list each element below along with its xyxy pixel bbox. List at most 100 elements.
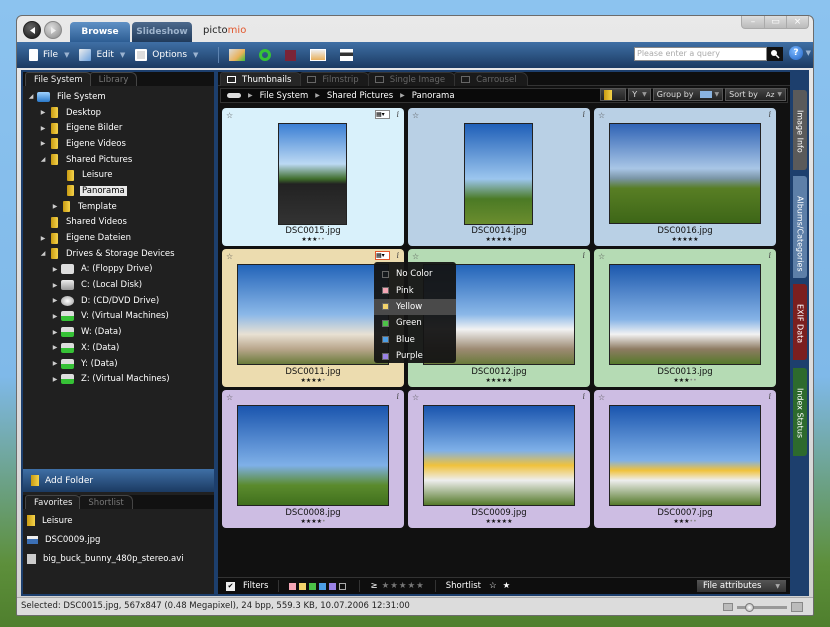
zoom-thumb[interactable] xyxy=(745,602,755,612)
thumbnail-card[interactable]: ☆ i ▦▾ DSC0015.jpg ★★★•• xyxy=(222,108,404,246)
forward-button[interactable] xyxy=(44,21,62,39)
info-icon[interactable]: i xyxy=(582,392,585,401)
color-filter-swatch[interactable] xyxy=(289,582,297,590)
expand-icon[interactable]: ▶ xyxy=(51,329,59,336)
edit-menu[interactable]: Edit ▼ xyxy=(79,49,125,61)
collapse-icon[interactable]: ◢ xyxy=(27,93,35,100)
zoom-out-icon[interactable] xyxy=(723,603,733,611)
thumbnail-image[interactable] xyxy=(609,264,761,365)
thumbnail-rating[interactable]: ★★★★★ xyxy=(408,518,590,525)
thumbnail-image[interactable] xyxy=(609,123,761,224)
info-icon[interactable]: i xyxy=(396,392,399,401)
tab-single-image[interactable]: Single Image xyxy=(367,72,457,86)
color-menu-item[interactable]: Green xyxy=(374,315,456,331)
color-filter-swatch[interactable] xyxy=(329,582,337,590)
thumbnail-rating[interactable]: ★★★•• xyxy=(594,518,776,525)
tree-node[interactable]: ▶ X: (Data) xyxy=(23,340,214,356)
file-menu[interactable]: File ▼ xyxy=(29,49,69,61)
thumbnail-card[interactable]: ☆ i DSC0013.jpg ★★★•• xyxy=(594,249,776,387)
expand-icon[interactable]: ▶ xyxy=(51,282,59,289)
color-filter-swatch[interactable] xyxy=(339,582,347,590)
tree-node[interactable]: ◢ Drives & Storage Devices xyxy=(23,246,214,262)
thumbnail-image[interactable] xyxy=(464,123,533,225)
thumbnail-rating[interactable]: ★★★★• xyxy=(222,377,404,384)
rotate-icon[interactable] xyxy=(259,49,272,61)
favorite-item[interactable]: DSC0009.jpg xyxy=(23,530,214,549)
tree-node[interactable]: ▶ Eigene Dateien xyxy=(23,230,214,246)
expand-icon[interactable]: ▶ xyxy=(51,360,59,367)
color-filter-swatch[interactable] xyxy=(309,582,317,590)
tab-file-system[interactable]: File System xyxy=(25,72,92,86)
file-attributes-button[interactable]: File attributes ▼ xyxy=(696,580,786,592)
breadcrumb-item[interactable]: File System xyxy=(260,91,309,101)
info-icon[interactable]: i xyxy=(582,251,585,260)
collapse-icon[interactable]: ◢ xyxy=(39,250,47,257)
side-tab-image-info[interactable]: Image Info xyxy=(793,90,807,170)
tab-slideshow[interactable]: Slideshow xyxy=(132,22,192,42)
tree-node[interactable]: ▶ Y: (Data) xyxy=(23,356,214,372)
thumbnail-image[interactable] xyxy=(237,405,389,506)
add-folder-button[interactable]: Add Folder xyxy=(23,469,214,492)
color-menu-item[interactable]: Yellow xyxy=(374,298,456,316)
tab-library[interactable]: Library xyxy=(89,72,138,86)
thumbnail-card[interactable]: ☆ i DSC0007.jpg ★★★•• xyxy=(594,390,776,528)
expand-icon[interactable]: ▶ xyxy=(39,125,47,132)
color-label-picker[interactable]: ▦▾ xyxy=(375,110,390,119)
shortlist-star-icon[interactable]: ★ xyxy=(503,581,511,591)
expand-icon[interactable]: ▶ xyxy=(51,203,59,210)
shortlist-star-icon[interactable]: ☆ xyxy=(226,252,233,261)
maximize-button[interactable]: ▭ xyxy=(764,16,786,28)
rating-filter-operator[interactable]: ≥ xyxy=(370,581,377,591)
stop-icon[interactable] xyxy=(285,49,297,61)
tree-node[interactable]: ▶ W: (Data) xyxy=(23,324,214,340)
breadcrumb-item[interactable]: Shared Pictures xyxy=(327,91,393,101)
tab-carrousel[interactable]: Carrousel xyxy=(454,72,528,86)
back-button[interactable] xyxy=(23,21,41,39)
tree-node[interactable]: ▶ Template xyxy=(23,199,214,215)
shortlist-star-icon[interactable]: ☆ xyxy=(412,252,419,261)
close-button[interactable]: × xyxy=(786,16,808,28)
expand-icon[interactable]: ▶ xyxy=(51,344,59,351)
thumbnail-rating[interactable]: ★★★•• xyxy=(594,377,776,384)
tab-favorites[interactable]: Favorites xyxy=(25,495,82,509)
collapse-icon[interactable]: ◢ xyxy=(39,156,47,163)
tree-node[interactable]: ▶ C: (Local Disk) xyxy=(23,277,214,293)
tab-thumbnails[interactable]: Thumbnails xyxy=(220,72,303,86)
expand-icon[interactable]: ▶ xyxy=(39,235,47,242)
tree-node[interactable]: ▶ D: (CD/DVD Drive) xyxy=(23,293,214,309)
tree-node[interactable]: ▶ Z: (Virtual Machines) xyxy=(23,371,214,387)
tree-node[interactable]: ▶ A: (Floppy Drive) xyxy=(23,262,214,278)
help-button[interactable]: ? xyxy=(789,46,803,60)
shortlist-star-icon[interactable]: ☆ xyxy=(226,393,233,402)
favorite-item[interactable]: Leisure xyxy=(23,511,214,530)
thumbnail-rating[interactable]: ★★★•• xyxy=(222,236,404,243)
import-icon[interactable] xyxy=(229,49,246,61)
add-to-favorites-button[interactable] xyxy=(600,88,627,101)
expand-icon[interactable]: ▶ xyxy=(51,266,59,273)
slideshow-icon[interactable] xyxy=(310,49,327,61)
tab-filmstrip[interactable]: Filmstrip xyxy=(300,72,370,86)
thumbnail-image[interactable] xyxy=(609,405,761,506)
expand-icon[interactable]: ▶ xyxy=(39,109,47,116)
expand-icon[interactable]: ▶ xyxy=(51,297,59,304)
tree-node[interactable]: ▶ Eigene Videos xyxy=(23,136,214,152)
tree-node[interactable]: ◢ Shared Pictures xyxy=(23,152,214,168)
info-icon[interactable]: i xyxy=(396,251,399,260)
side-tab-exif-data[interactable]: EXIF Data xyxy=(793,284,807,360)
color-menu-item[interactable]: Blue xyxy=(374,332,456,348)
breadcrumb-item[interactable]: Panorama xyxy=(412,91,455,101)
tree-node[interactable]: ▶ V: (Virtual Machines) xyxy=(23,309,214,325)
color-menu-item[interactable]: Purple xyxy=(374,348,456,364)
thumbnail-image[interactable] xyxy=(423,405,575,506)
shortlist-star-icon[interactable]: ☆ xyxy=(598,111,605,120)
shortlist-star-icon[interactable]: ☆ xyxy=(598,393,605,402)
shortlist-star-icon[interactable]: ☆ xyxy=(412,111,419,120)
group-by-button[interactable]: Group by ▼ xyxy=(652,88,724,101)
tree-node[interactable]: Panorama xyxy=(23,183,214,199)
search-button[interactable] xyxy=(767,47,783,61)
options-menu[interactable]: Options ▼ xyxy=(135,49,198,61)
expand-icon[interactable]: ▶ xyxy=(51,313,59,320)
thumbnail-rating[interactable]: ★★★★★ xyxy=(408,377,590,384)
print-icon[interactable] xyxy=(340,49,354,61)
filter-button[interactable]: Y ▼ xyxy=(628,88,651,101)
